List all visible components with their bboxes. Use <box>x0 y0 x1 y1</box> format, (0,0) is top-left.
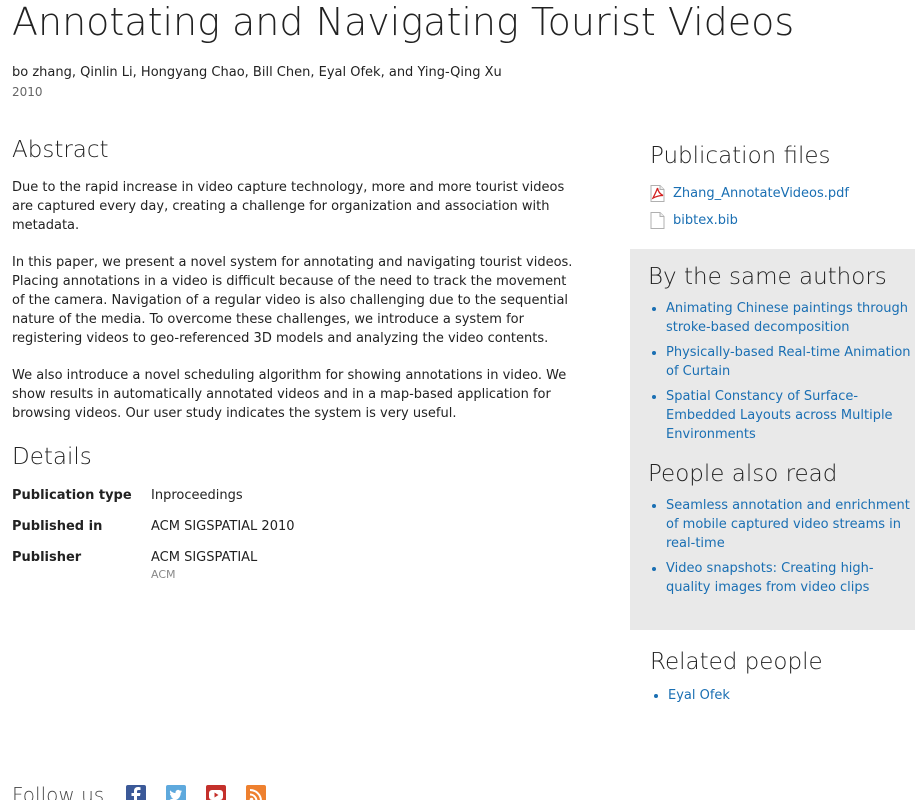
facebook-icon[interactable] <box>126 785 147 800</box>
abstract-paragraph: We also introduce a novel scheduling alg… <box>12 368 567 421</box>
list-item: Spatial Constancy of Surface-Embedded La… <box>666 387 915 444</box>
pdf-download-link[interactable]: Zhang_AnnotateVideos.pdf <box>673 185 849 203</box>
bibtex-download-link[interactable]: bibtex.bib <box>673 212 738 230</box>
same-authors-heading: By the same authors <box>648 264 887 290</box>
files-heading: Publication files <box>650 143 831 169</box>
list-item: Seamless annotation and enrichment of mo… <box>666 496 915 553</box>
page-title: Annotating and Navigating Tourist Videos <box>12 0 795 44</box>
related-people-list: Eyal Ofek <box>650 686 915 705</box>
follow-us-label: Follow us <box>12 783 105 800</box>
details-label: Published in <box>12 519 103 534</box>
document-file-icon <box>650 212 665 229</box>
details-row: Publication type Inproceedings <box>12 487 295 518</box>
details-value: ACM SIGSPATIAL 2010 <box>151 519 295 534</box>
details-heading: Details <box>12 444 92 470</box>
author-list: bo zhang, Qinlin Li, Hongyang Chao, Bill… <box>12 65 502 80</box>
publication-files: Publication files Zhang_AnnotateVideos.p… <box>650 140 915 234</box>
details-label: Publisher <box>12 550 82 565</box>
youtube-icon[interactable] <box>206 785 227 800</box>
twitter-icon[interactable] <box>166 785 187 800</box>
rss-icon[interactable] <box>246 785 267 800</box>
related-people-heading: Related people <box>650 649 823 675</box>
also-read-heading: People also read <box>648 461 838 487</box>
details-label: Publication type <box>12 488 132 503</box>
also-read-list: Seamless annotation and enrichment of mo… <box>648 496 915 597</box>
file-item: Zhang_AnnotateVideos.pdf <box>650 180 915 207</box>
person-link[interactable]: Eyal Ofek <box>668 688 730 703</box>
abstract-paragraph: Due to the rapid increase in video captu… <box>12 180 565 233</box>
related-paper-link[interactable]: Physically-based Real-time Animation of … <box>666 345 911 379</box>
related-paper-link[interactable]: Seamless annotation and enrichment of mo… <box>666 498 910 551</box>
details-subvalue: ACM <box>151 568 176 581</box>
main-content: Abstract Due to the rapid increase in vi… <box>12 134 582 583</box>
details-table: Publication type Inproceedings Published… <box>12 487 295 583</box>
details-row: Publisher ACM SIGSPATIAL ACM <box>12 549 295 583</box>
pdf-file-icon <box>650 185 665 202</box>
related-paper-link[interactable]: Spatial Constancy of Surface-Embedded La… <box>666 389 893 442</box>
related-people: Related people Eyal Ofek <box>650 646 915 711</box>
file-item: bibtex.bib <box>650 207 915 234</box>
list-item: Animating Chinese paintings through stro… <box>666 299 915 337</box>
related-paper-link[interactable]: Animating Chinese paintings through stro… <box>666 301 908 335</box>
abstract-heading: Abstract <box>12 137 109 163</box>
follow-us-bar: Follow us <box>12 780 286 800</box>
details-value: ACM SIGSPATIAL <box>151 550 258 565</box>
details-row: Published in ACM SIGSPATIAL 2010 <box>12 518 295 549</box>
sidebar-related-box: By the same authors Animating Chinese pa… <box>630 249 915 630</box>
list-item: Video snapshots: Creating high-quality i… <box>666 559 915 597</box>
related-paper-link[interactable]: Video snapshots: Creating high-quality i… <box>666 561 874 595</box>
details-value: Inproceedings <box>151 488 243 503</box>
list-item: Physically-based Real-time Animation of … <box>666 343 915 381</box>
publication-page: Annotating and Navigating Tourist Videos… <box>0 0 915 800</box>
abstract-paragraph: In this paper, we present a novel system… <box>12 255 573 346</box>
publication-year: 2010 <box>12 85 43 99</box>
list-item: Eyal Ofek <box>668 686 915 705</box>
details-value-cell: ACM SIGSPATIAL ACM <box>151 549 295 583</box>
same-authors-list: Animating Chinese paintings through stro… <box>648 299 915 444</box>
